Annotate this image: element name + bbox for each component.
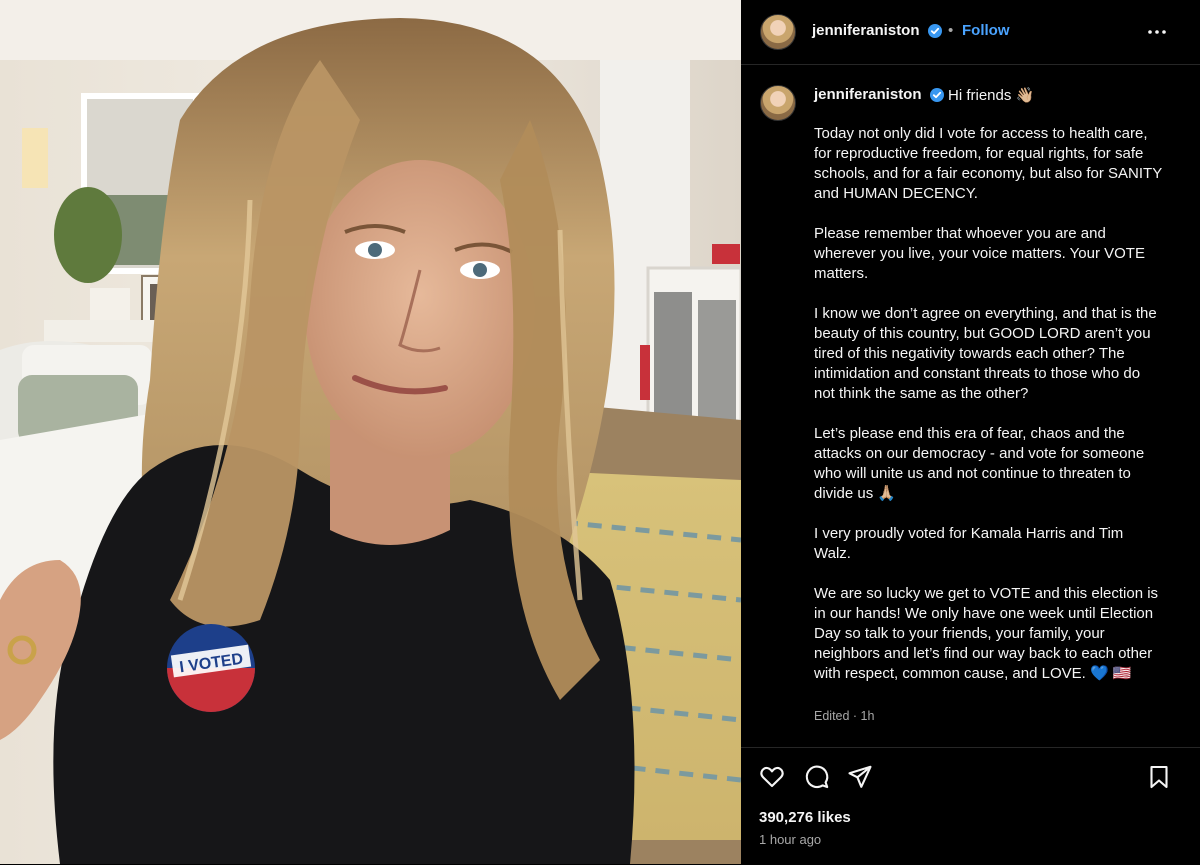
caption-paragraph: Today not only did I vote for access to … <box>814 125 1162 202</box>
post-side-panel: jenniferaniston • Follow jenniferaniston… <box>741 0 1200 864</box>
caption-paragraph: Let’s please end this era of fear, chaos… <box>814 425 1145 502</box>
caption-paragraph: Please remember that whoever you are and… <box>814 225 1145 282</box>
share-icon[interactable] <box>847 764 873 790</box>
comment-icon[interactable] <box>804 764 830 790</box>
follow-button[interactable]: Follow <box>962 22 1010 39</box>
more-options-icon[interactable] <box>1145 20 1169 44</box>
caption-author-avatar[interactable] <box>760 85 796 121</box>
edited-timestamp[interactable]: Edited · 1h <box>814 709 874 723</box>
selfie-image: I VOTED <box>0 0 741 864</box>
post-time[interactable]: 1 hour ago <box>759 832 821 847</box>
header-separator: • <box>948 22 954 39</box>
caption-paragraph: I know we don’t agree on everything, and… <box>814 305 1157 402</box>
caption-paragraph: We are so lucky we get to VOTE and this … <box>814 585 1159 682</box>
post-photo[interactable]: I VOTED <box>0 0 741 864</box>
bookmark-icon[interactable] <box>1146 764 1172 790</box>
caption-paragraph: I very proudly voted for Kamala Harris a… <box>814 525 1124 562</box>
heart-icon[interactable] <box>759 764 785 790</box>
caption-username[interactable]: jenniferaniston <box>814 86 922 103</box>
verified-badge-icon <box>928 24 942 38</box>
verified-badge-icon <box>930 88 944 102</box>
post-actions: 390,276 likes 1 hour ago <box>741 747 1200 865</box>
caption-section: jenniferaniston Hi friends 👋🏼 Today not … <box>741 65 1200 747</box>
caption-text: Today not only did I vote for access to … <box>814 124 1164 684</box>
i-voted-sticker: I VOTED <box>167 624 255 712</box>
post-header: jenniferaniston • Follow <box>741 0 1200 65</box>
likes-count[interactable]: 390,276 likes <box>759 809 851 826</box>
author-username[interactable]: jenniferaniston <box>812 22 920 39</box>
author-avatar[interactable] <box>760 14 796 50</box>
caption-greeting: Hi friends 👋🏼 <box>948 87 1035 104</box>
